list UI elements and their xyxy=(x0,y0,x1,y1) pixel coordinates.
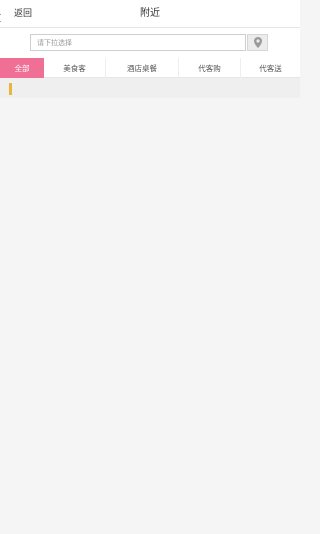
search-input[interactable] xyxy=(30,34,246,51)
search-bar xyxy=(0,28,300,58)
tab-hotel-table-meal[interactable]: 酒店桌餐 xyxy=(106,58,179,78)
location-button[interactable] xyxy=(247,34,268,51)
tab-food-guest[interactable]: 美食客 xyxy=(44,58,106,78)
category-tabs: 全部 美食客 酒店桌餐 代客购 代客送 xyxy=(0,58,300,78)
results-list xyxy=(0,78,300,534)
page-title: 附近 xyxy=(140,8,160,19)
top-nav-bar: 返回 附近 xyxy=(0,0,300,28)
list-section-header xyxy=(0,78,300,98)
tab-proxy-delivery[interactable]: 代客送 xyxy=(241,58,300,78)
map-pin-icon xyxy=(253,37,262,48)
section-marker xyxy=(9,83,12,95)
tab-all[interactable]: 全部 xyxy=(0,58,44,78)
app-root: 返回 附近 全部 美食客 酒店桌餐 代客购 代客送 xyxy=(0,0,300,534)
tab-proxy-purchase[interactable]: 代客购 xyxy=(179,58,241,78)
